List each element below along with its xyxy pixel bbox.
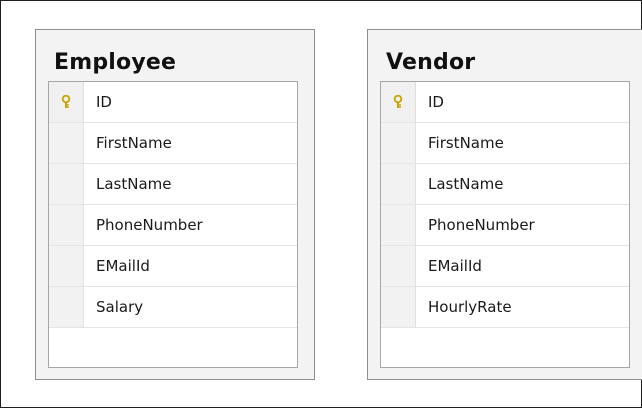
row-selector[interactable] [381,82,416,122]
column-name: FirstName [96,134,172,152]
column-row-salary[interactable]: Salary [49,287,297,328]
column-name: LastName [96,175,172,193]
column-row-firstname[interactable]: FirstName [381,123,629,164]
row-selector[interactable] [49,123,84,163]
row-selector[interactable] [49,287,84,327]
column-name: HourlyRate [428,298,512,316]
column-name: ID [428,93,444,111]
column-row-emailid[interactable]: EMailId [49,246,297,287]
column-row-phonenumber[interactable]: PhoneNumber [49,205,297,246]
column-list: ID FirstName LastName PhoneNumber EMailI… [48,81,298,368]
column-row-lastname[interactable]: LastName [381,164,629,205]
table-employee[interactable]: Employee ID FirstName LastName PhoneNumb… [35,29,315,380]
column-name: ID [96,93,112,111]
column-row-emailid[interactable]: EMailId [381,246,629,287]
column-name: LastName [428,175,504,193]
column-name: PhoneNumber [96,216,203,234]
column-row-id[interactable]: ID [381,82,629,123]
table-vendor[interactable]: Vendor ID FirstName LastName PhoneNumber… [367,29,642,380]
key-icon [60,95,72,109]
row-selector[interactable] [49,164,84,204]
row-selector[interactable] [381,246,416,286]
row-selector[interactable] [381,164,416,204]
row-selector[interactable] [49,82,84,122]
column-name: EMailId [428,257,482,275]
column-row-id[interactable]: ID [49,82,297,123]
table-title: Vendor [386,50,476,75]
row-selector[interactable] [381,287,416,327]
column-name: EMailId [96,257,150,275]
column-name: Salary [96,298,144,316]
table-title: Employee [54,50,177,75]
column-name: PhoneNumber [428,216,535,234]
diagram-canvas: Employee ID FirstName LastName PhoneNumb… [0,0,642,408]
column-row-lastname[interactable]: LastName [49,164,297,205]
row-selector[interactable] [49,205,84,245]
column-row-phonenumber[interactable]: PhoneNumber [381,205,629,246]
column-name: FirstName [428,134,504,152]
column-row-firstname[interactable]: FirstName [49,123,297,164]
row-selector[interactable] [49,246,84,286]
row-selector[interactable] [381,205,416,245]
column-list: ID FirstName LastName PhoneNumber EMailI… [380,81,630,368]
column-row-hourlyrate[interactable]: HourlyRate [381,287,629,328]
row-selector[interactable] [381,123,416,163]
key-icon [392,95,404,109]
